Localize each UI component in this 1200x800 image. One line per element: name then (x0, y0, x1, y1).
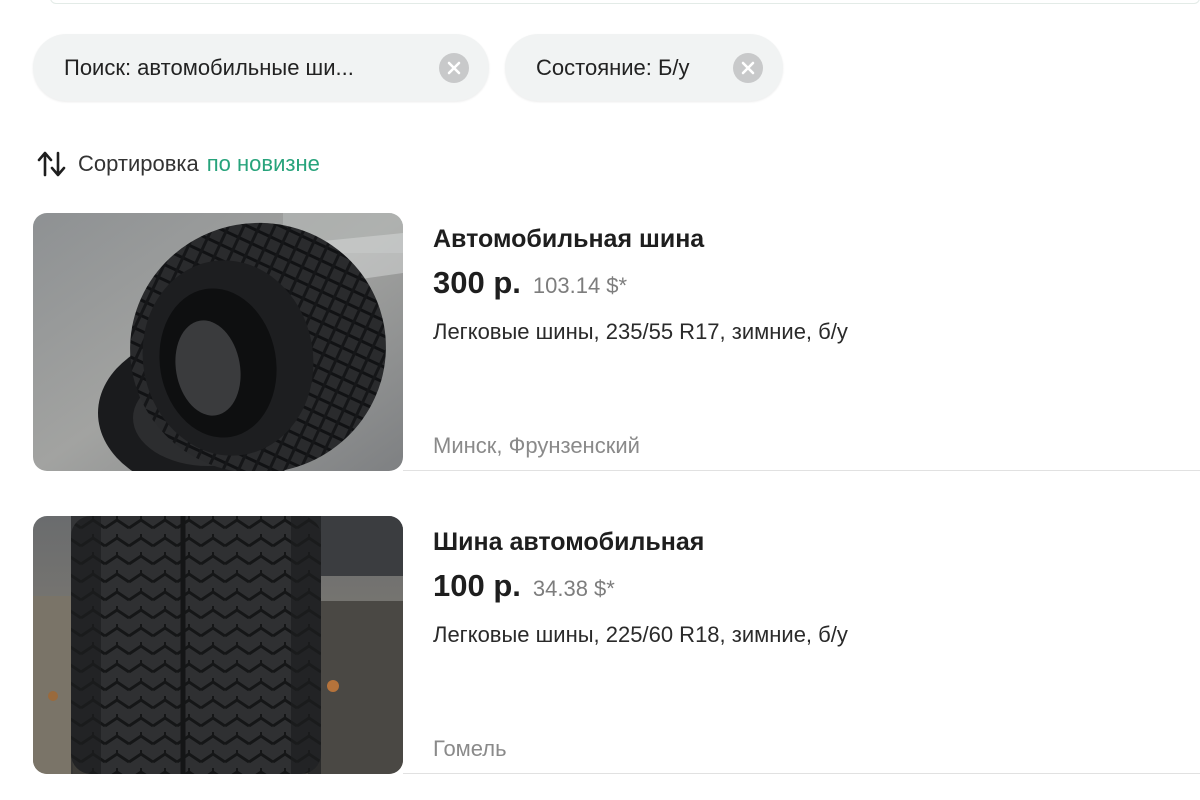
filter-chip-search[interactable]: Поиск: автомобильные ши... (33, 34, 489, 101)
listing-price-usd: 103.14 $* (532, 273, 628, 298)
close-icon (741, 61, 755, 74)
listing-description: Легковые шины, 225/60 R18, зимние, б/у (433, 622, 848, 647)
tire-photo (33, 516, 403, 774)
top-edge (50, 0, 1200, 4)
close-icon (447, 61, 461, 74)
listing-price-usd: 34.38 $* (532, 576, 615, 601)
listing-info: Шина автомобильная 100 р. 34.38 $* Легко… (433, 516, 1200, 774)
listing-card[interactable]: Автомобильная шина 300 р. 103.14 $* Легк… (33, 213, 1200, 471)
listing-photo[interactable] (33, 516, 403, 774)
listing-photo[interactable] (33, 213, 403, 471)
price-row: 100 р. 34.38 $* (433, 568, 615, 604)
tire-photo (33, 213, 403, 471)
divider (403, 470, 1200, 471)
sort-value-link[interactable]: по новизне (207, 151, 320, 177)
filter-chips: Поиск: автомобильные ши... Состояние: Б/… (33, 34, 783, 101)
sort-label: Сортировка (78, 151, 199, 176)
listing-title[interactable]: Автомобильная шина (433, 225, 704, 254)
listing-location: Гомель (433, 736, 507, 761)
divider (403, 773, 1200, 774)
filter-chip-label: Состояние: Б/у (536, 54, 690, 80)
listing-card[interactable]: Шина автомобильная 100 р. 34.38 $* Легко… (33, 516, 1200, 774)
listing-title[interactable]: Шина автомобильная (433, 528, 704, 557)
listing-location: Минск, Фрунзенский (433, 433, 640, 458)
filter-chip-label: Поиск: автомобильные ши... (64, 54, 354, 80)
listing-price: 300 р. (433, 265, 521, 300)
price-row: 300 р. 103.14 $* (433, 265, 627, 301)
listing-price: 100 р. (433, 568, 521, 603)
filter-chip-condition[interactable]: Состояние: Б/у (505, 34, 783, 101)
listing-info: Автомобильная шина 300 р. 103.14 $* Легк… (433, 213, 1200, 471)
clear-filter-button[interactable] (439, 52, 469, 83)
clear-filter-button[interactable] (733, 52, 763, 83)
sort-arrows-icon (37, 151, 66, 177)
sort-control[interactable]: Сортировка по новизне (36, 150, 320, 178)
listing-description: Легковые шины, 235/55 R17, зимние, б/у (433, 319, 848, 344)
